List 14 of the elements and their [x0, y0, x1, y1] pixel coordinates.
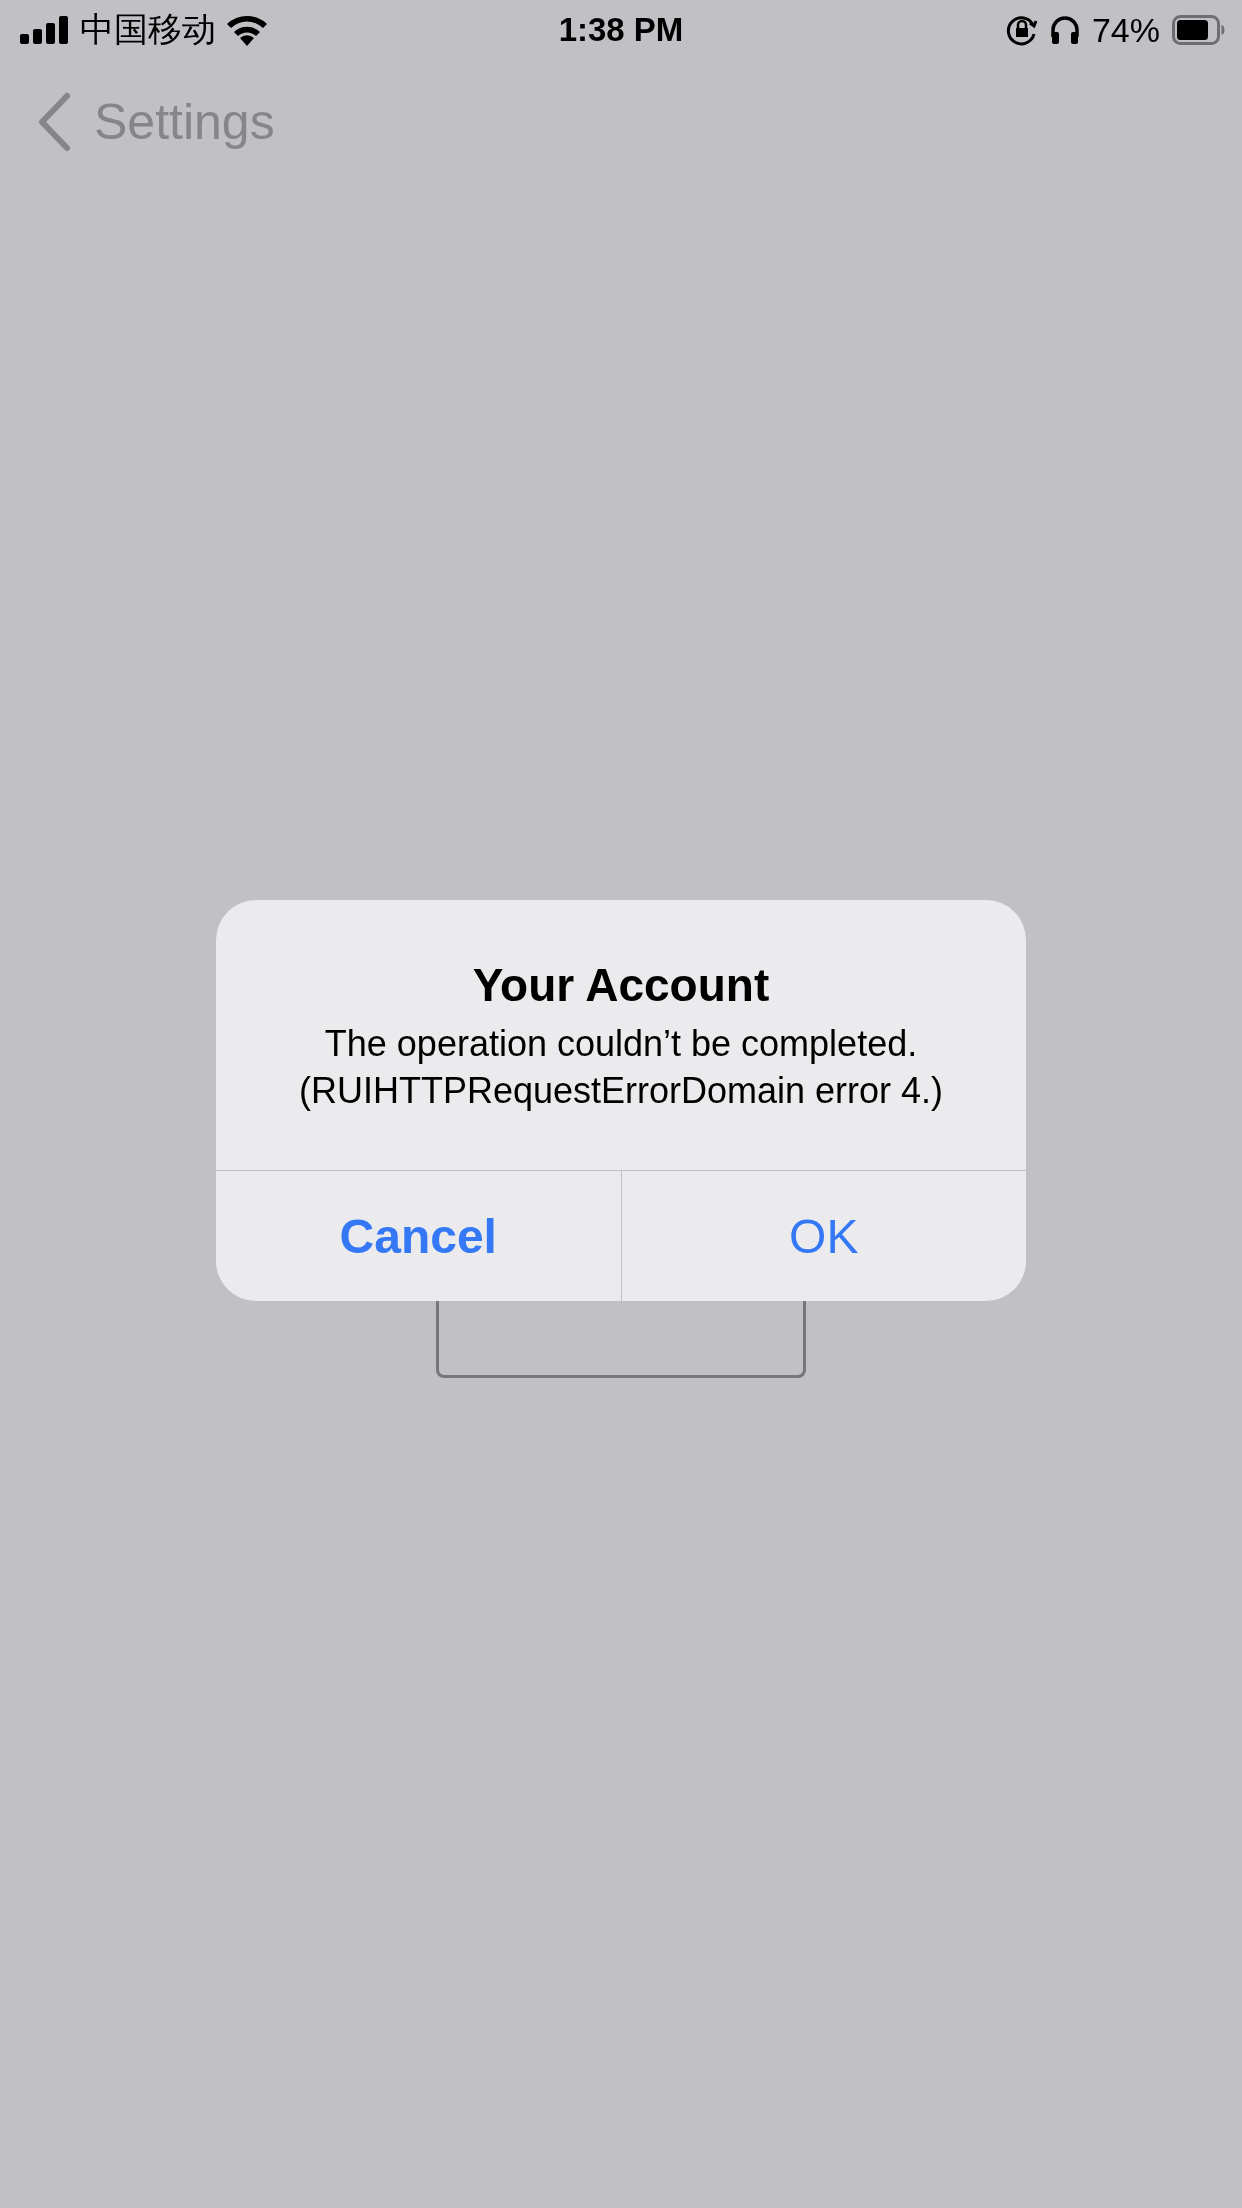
headphones-icon [1049, 15, 1080, 45]
alert-title: Your Account [472, 958, 770, 1012]
ok-button[interactable]: OK [620, 1171, 1026, 1301]
clock-time: 1:38 PM [558, 11, 684, 49]
signal-icon [20, 16, 70, 44]
wifi-icon [226, 14, 268, 46]
rotation-lock-icon [1005, 14, 1038, 46]
chevron-left-icon [36, 92, 72, 152]
carrier-name: 中国移动 [80, 9, 216, 50]
alert-message: The operation couldn’t be completed. (RUIHTTPRequestErrorDomain error 4.) [297, 1022, 945, 1113]
back-button[interactable]: Settings [36, 92, 275, 152]
battery-icon [1172, 15, 1226, 45]
cancel-button[interactable]: Cancel [216, 1171, 621, 1301]
battery-percent: 74% [1091, 10, 1160, 50]
